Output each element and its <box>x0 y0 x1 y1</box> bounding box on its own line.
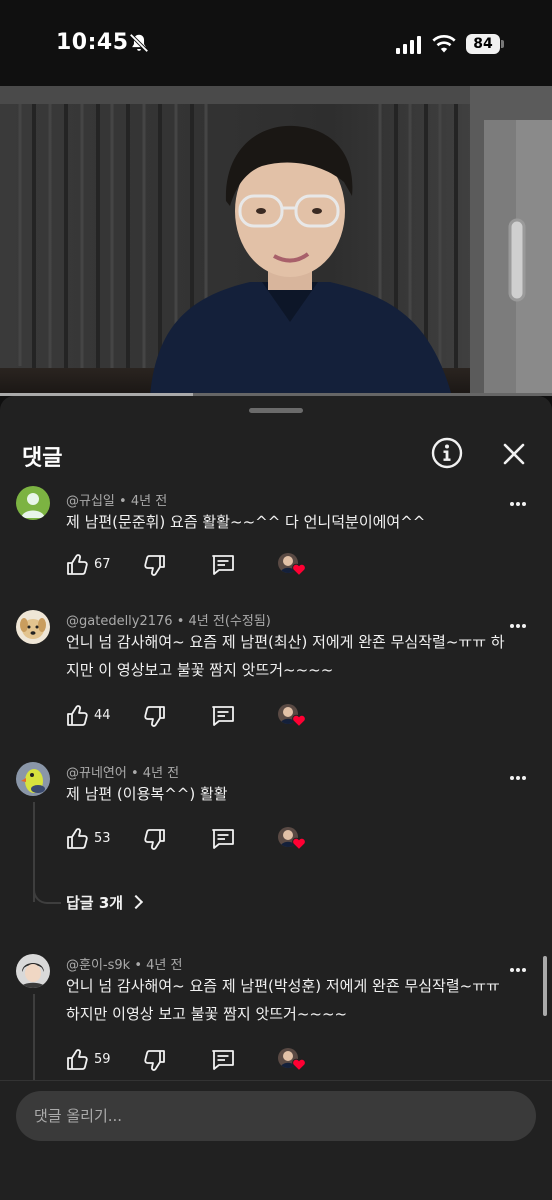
meta-separator: • <box>130 766 143 781</box>
comment-meta: @gatedelly2176 • 4년 전(수정됨) <box>66 610 271 629</box>
comment-text: 제 남편(문준휘) 요즘 활활~~^^ 다 언니덕분이에여^^ <box>66 513 426 531</box>
video-player[interactable] <box>0 86 552 396</box>
default-avatar-icon <box>16 486 50 520</box>
comment-author[interactable]: @훈이-s9k <box>66 958 130 973</box>
avatar[interactable] <box>16 954 50 988</box>
comment-time: 4년 전 <box>130 494 168 509</box>
comment-author[interactable]: @규십일 <box>66 494 115 509</box>
add-comment-input[interactable] <box>16 1091 536 1141</box>
thumbs-up-icon[interactable] <box>64 826 90 852</box>
comment-time: 4년 전(수정됨) <box>188 614 271 629</box>
comment-input-bar <box>0 1080 552 1200</box>
creator-heart-badge <box>278 1048 308 1074</box>
thumbs-up-icon[interactable] <box>64 552 90 578</box>
avatar[interactable] <box>16 486 50 520</box>
info-circle-icon[interactable] <box>430 436 464 470</box>
like-count: 59 <box>94 1052 111 1067</box>
chevron-right-icon <box>128 894 144 910</box>
panel-title: 댓글 <box>22 446 63 471</box>
video-frame <box>0 86 552 396</box>
like-count: 67 <box>94 557 111 572</box>
parrot-avatar-icon <box>16 762 50 796</box>
replies-label: 답글 3개 <box>66 894 124 912</box>
reply-comment-icon[interactable] <box>210 1047 236 1073</box>
comment-meta: @뀨네연어 • 4년 전 <box>66 762 179 781</box>
creator-heart-badge <box>278 704 308 730</box>
comment-actions: 53 <box>64 826 364 854</box>
battery-indicator: 84 <box>466 34 504 54</box>
comment-actions: 44 <box>64 703 364 731</box>
view-replies-button[interactable]: 답글 3개 <box>66 892 144 913</box>
comment-text: 제 남편 (이용복^^) 활활 <box>66 785 228 803</box>
comment-author[interactable]: @gatedelly2176 <box>66 614 173 629</box>
like-count: 44 <box>94 708 111 723</box>
thumbs-down-icon[interactable] <box>142 826 168 852</box>
close-icon[interactable] <box>500 440 528 468</box>
scrollbar[interactable] <box>543 956 547 1016</box>
thumbs-down-icon[interactable] <box>142 1047 168 1073</box>
comment-meta: @규십일 • 4년 전 <box>66 490 167 509</box>
thumbs-up-icon[interactable] <box>64 1047 90 1073</box>
thumbs-down-icon[interactable] <box>142 703 168 729</box>
battery-cap <box>501 40 504 48</box>
dog-avatar-icon <box>16 610 50 644</box>
comment-actions: 67 <box>64 552 364 580</box>
comment-time: 4년 전 <box>146 958 183 973</box>
bell-off-icon <box>129 33 149 53</box>
comments-list[interactable]: @규십일 • 4년 전 제 남편(문준휘) 요즘 활활~~^^ 다 언니덕분이에… <box>0 482 552 1080</box>
comment-text: 언니 넘 감사해여~ 요즘 제 남편(최산) 저에게 완죤 무심작렬~ㅠㅠ 하지… <box>66 633 505 679</box>
thread-connector <box>33 886 61 904</box>
heart-icon <box>292 714 306 727</box>
meta-separator: • <box>119 494 131 509</box>
status-bar: 10:45 84 <box>0 0 552 86</box>
heart-icon <box>292 1058 306 1071</box>
comments-panel: 댓글 @규십일 • 4년 전 제 남편(문준휘) 요즘 활활~~^^ 다 언니덕… <box>0 396 552 1200</box>
comment-text: 언니 넘 감사해여~ 요즘 제 남편(박성훈) 저에게 완죤 무심작렬~ㅠㅠ 하… <box>66 977 500 1023</box>
meta-separator: • <box>134 958 147 973</box>
creator-heart-badge <box>278 553 308 579</box>
comment-meta: @훈이-s9k • 4년 전 <box>66 954 182 973</box>
portrait-avatar-icon <box>16 954 50 988</box>
heart-icon <box>292 563 306 576</box>
reply-comment-icon[interactable] <box>210 703 236 729</box>
battery-level: 84 <box>466 34 500 54</box>
comment-actions: 59 <box>64 1047 364 1075</box>
comment-author[interactable]: @뀨네연어 <box>66 766 127 781</box>
reply-comment-icon[interactable] <box>210 826 236 852</box>
avatar[interactable] <box>16 762 50 796</box>
wifi-icon <box>432 34 456 53</box>
thumbs-up-icon[interactable] <box>64 703 90 729</box>
comment-time: 4년 전 <box>142 766 180 781</box>
thread-line <box>33 994 35 1080</box>
avatar[interactable] <box>16 610 50 644</box>
thumbs-down-icon[interactable] <box>142 552 168 578</box>
drag-handle[interactable] <box>249 408 303 413</box>
creator-heart-badge <box>278 827 308 853</box>
heart-icon <box>292 837 306 850</box>
status-time: 10:45 <box>56 30 129 55</box>
like-count: 53 <box>94 831 111 846</box>
cellular-signal-icon <box>396 36 421 54</box>
reply-comment-icon[interactable] <box>210 552 236 578</box>
meta-separator: • <box>176 614 189 629</box>
